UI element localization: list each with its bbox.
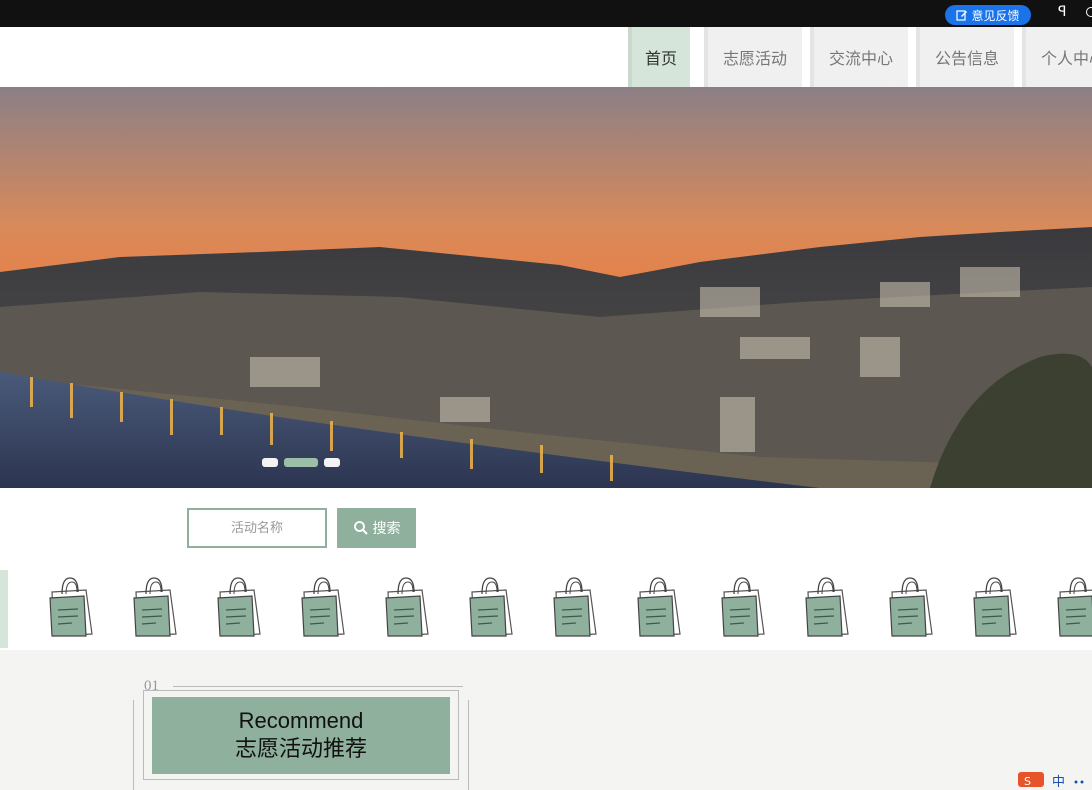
shopping-bag-icon (973, 577, 1017, 637)
nav-item-volunteer[interactable]: 志愿活动 (704, 27, 802, 87)
nav-label: 个人中心 (1040, 49, 1092, 68)
nav-item-exchange[interactable]: 交流中心 (810, 27, 908, 87)
shopping-bag-icon (469, 577, 513, 637)
hero-banner[interactable] (0, 87, 1092, 488)
site-header: 首页 志愿活动 交流中心 公告信息 个人中心 (0, 27, 1092, 87)
feedback-label: 意见反馈 (971, 8, 1020, 23)
nav-item-home[interactable]: 首页 (628, 27, 690, 87)
section-divider (173, 686, 463, 687)
feedback-button[interactable]: 意见反馈 (945, 5, 1031, 25)
svg-text:S: S (1024, 775, 1031, 787)
banner-image (0, 87, 1092, 488)
settings-icon[interactable] (1086, 7, 1092, 17)
section-title-cn: 志愿活动推荐 (234, 736, 367, 762)
search-icon (353, 521, 368, 535)
nav-label: 首页 (644, 49, 677, 68)
main-nav: 首页 志愿活动 交流中心 公告信息 个人中心 (628, 27, 1092, 87)
search-button-label: 搜索 (372, 521, 401, 537)
nav-label: 公告信息 (934, 49, 999, 68)
system-top-bar (0, 0, 1092, 27)
edit-icon (956, 10, 968, 21)
shopping-bag-icon (301, 577, 345, 637)
ime-toolbar-icon[interactable]: S 中 (1016, 770, 1092, 787)
carousel-dot[interactable] (262, 458, 278, 467)
shopping-bag-icon (49, 577, 93, 637)
shopping-bag-icon (1057, 577, 1092, 637)
carousel-dot-active[interactable] (284, 458, 318, 467)
nav-item-profile[interactable]: 个人中心 (1022, 27, 1092, 87)
shopping-bag-icon (805, 577, 849, 637)
search-section (0, 488, 1092, 568)
strip-accent (0, 570, 8, 648)
section-title-en: Recommend (238, 707, 364, 733)
shopping-bag-icon (889, 577, 933, 637)
nav-label: 志愿活动 (722, 49, 787, 68)
shopping-bag-icon (217, 577, 261, 637)
shopping-bag-icon (637, 577, 681, 637)
search-button[interactable]: 搜索 (337, 508, 416, 548)
nav-item-notice[interactable]: 公告信息 (916, 27, 1014, 87)
shopping-bag-icon (721, 577, 765, 637)
shopping-bag-icon (385, 577, 429, 637)
carousel-indicators (262, 458, 340, 467)
svg-text:中: 中 (1052, 775, 1065, 787)
nav-label: 交流中心 (828, 49, 893, 68)
activity-search-input[interactable] (187, 508, 327, 548)
shopping-bag-icon (133, 577, 177, 637)
pin-icon[interactable]: ꟼ (1058, 4, 1066, 20)
section-title-box: Recommend 志愿活动推荐 (152, 697, 450, 774)
carousel-dot[interactable] (324, 458, 340, 467)
shopping-bag-icon (553, 577, 597, 637)
